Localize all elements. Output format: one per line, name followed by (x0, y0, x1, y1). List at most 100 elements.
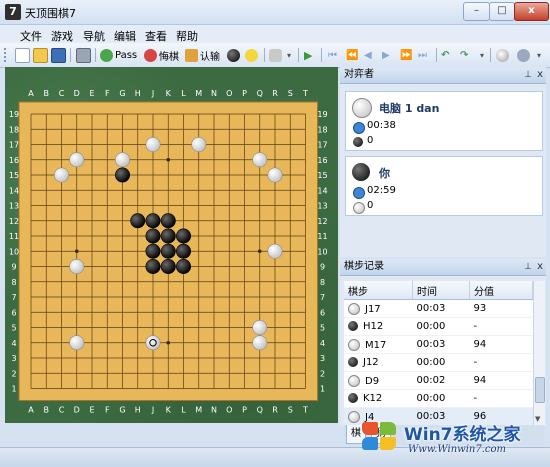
close-icon[interactable]: x (537, 67, 543, 83)
table-row[interactable]: M17 00:03 94 (344, 335, 533, 354)
players-panel-header: 对弈者 ⊥ x (340, 67, 546, 84)
column-label-bottom: S (288, 406, 293, 415)
last-move-icon[interactable]: ⏭ (418, 47, 427, 63)
column-label-top: R (272, 89, 278, 98)
black-stone-icon (352, 163, 370, 181)
white-stone-icon (348, 302, 360, 315)
column-header-time[interactable]: 时间 (412, 281, 470, 300)
maximize-button[interactable]: □ (489, 2, 515, 21)
move-text: K12 (363, 393, 383, 404)
black-stone (130, 213, 146, 229)
prev-move-icon[interactable]: ◀ (364, 47, 372, 63)
players-panel-title: 对弈者 (344, 69, 374, 80)
open-button[interactable] (33, 47, 48, 63)
stone-tool-button[interactable] (227, 47, 240, 63)
print-button[interactable] (76, 47, 91, 63)
column-label-top: O (226, 89, 232, 98)
toolbar-overflow-icon[interactable]: ▾ (480, 47, 484, 63)
column-label-top: J (151, 89, 154, 98)
white-stone (115, 152, 131, 168)
toolbar-overflow-icon[interactable]: ▾ (537, 47, 541, 63)
toolbar-grip[interactable] (4, 48, 9, 62)
time-cell: 00:00 (412, 353, 470, 372)
column-label-top: B (44, 89, 50, 98)
row-label-right: 1 (320, 385, 325, 394)
row-label-left: 19 (9, 110, 19, 119)
table-row[interactable]: J12 00:00- (344, 353, 533, 372)
pin-icon[interactable]: ⊥ (524, 67, 532, 83)
table-row[interactable]: J17 00:03 93 (344, 299, 533, 318)
go-board[interactable]: AABBCCDDEEFFGGHHJJKKLLMMNNOOPPQQRRSSTT19… (5, 67, 338, 423)
column-header-score[interactable]: 分值 (469, 281, 533, 300)
menu-view[interactable]: 查看 (145, 28, 167, 44)
row-label-right: 2 (320, 369, 325, 378)
clock-icon (353, 187, 365, 199)
stone-icon (227, 48, 240, 62)
column-label-top: T (302, 89, 308, 98)
captured-stone-icon (353, 137, 363, 147)
menu-game[interactable]: 游戏 (51, 28, 73, 44)
close-icon[interactable]: x (537, 259, 543, 275)
black-stone (176, 259, 192, 275)
scrollbar-thumb[interactable] (535, 377, 545, 403)
save-button[interactable] (51, 47, 66, 63)
move-text: H12 (363, 321, 384, 332)
menu-help[interactable]: 帮助 (176, 28, 198, 44)
play-icon[interactable]: ▶ (304, 47, 312, 63)
pin-icon[interactable]: ⊥ (524, 259, 532, 275)
stones-view-button[interactable] (496, 47, 509, 63)
menu-bar: 文件 游戏 导航 编辑 查看 帮助 (0, 25, 550, 43)
column-label-bottom: G (119, 406, 125, 415)
back-fast-icon[interactable]: ⏪ (346, 47, 358, 63)
row-label-left: 6 (11, 308, 16, 317)
undo-arrow-icon[interactable]: ↶ (441, 47, 449, 63)
toolbar: Pass 悔棋 认输 ▾ ▶ ⏮ ⏪ ◀ ▶ ⏩ ⏭ ↶ ↷ ▾ ▾ (0, 43, 550, 68)
new-button[interactable] (15, 47, 30, 63)
first-move-icon[interactable]: ⏮ (328, 47, 337, 63)
captured-stone-icon (353, 202, 365, 214)
table-row[interactable]: K12 00:00- (344, 389, 533, 408)
column-label-top: H (135, 89, 141, 98)
row-label-right: 12 (317, 217, 327, 226)
row-label-left: 9 (11, 263, 16, 272)
moves-scrollbar[interactable]: ▼ (533, 281, 545, 425)
settings-button[interactable] (517, 47, 530, 63)
resign-button[interactable]: 认输 (185, 47, 220, 63)
time-cell: 00:03 (412, 335, 470, 354)
move-cell: H12 (344, 317, 413, 336)
close-button[interactable]: x (514, 2, 549, 21)
tea-button[interactable] (269, 47, 282, 63)
pass-button[interactable]: Pass (100, 47, 137, 63)
undo-button[interactable]: 悔棋 (144, 47, 179, 63)
column-label-top: L (181, 89, 186, 98)
row-label-left: 13 (9, 202, 19, 211)
menu-edit[interactable]: 编辑 (114, 28, 136, 44)
column-label-bottom: C (59, 406, 65, 415)
forward-fast-icon[interactable]: ⏩ (400, 47, 412, 63)
resign-label: 认输 (200, 51, 220, 63)
redo-arrow-icon[interactable]: ↷ (460, 47, 468, 63)
white-stone (252, 335, 268, 351)
hint-button[interactable] (245, 47, 258, 63)
next-move-icon[interactable]: ▶ (382, 47, 390, 63)
star-point (257, 249, 262, 254)
row-label-right: 3 (320, 354, 325, 363)
column-label-top: P (242, 89, 247, 98)
score-cell: - (469, 317, 533, 336)
column-label-top: N (211, 89, 217, 98)
table-row[interactable]: D9 00:02 94 (344, 371, 533, 390)
star-point (74, 249, 79, 254)
row-label-right: 8 (320, 278, 325, 287)
time-cell: 00:00 (412, 317, 470, 336)
black-stone-icon (348, 321, 358, 331)
moves-header-row: 棋步 时间 分值 (344, 281, 533, 300)
minimize-button[interactable]: – (463, 2, 490, 21)
toolbar-overflow-icon[interactable]: ▾ (287, 47, 291, 63)
table-row[interactable]: H12 00:00- (344, 317, 533, 336)
star-point (166, 340, 171, 345)
column-header-move[interactable]: 棋步 (344, 281, 413, 300)
row-label-left: 14 (9, 186, 19, 195)
score-cell: 94 (469, 335, 533, 354)
menu-file[interactable]: 文件 (20, 28, 42, 44)
menu-navigate[interactable]: 导航 (83, 28, 105, 44)
